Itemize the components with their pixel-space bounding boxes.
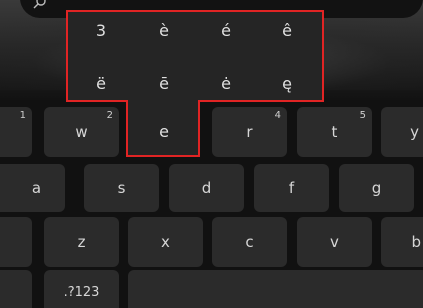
key-label: t	[331, 123, 338, 141]
key-label: z	[77, 233, 86, 251]
key-w[interactable]: w 2	[44, 107, 119, 157]
key-label: c	[245, 233, 254, 251]
key-label: w	[75, 123, 88, 141]
key-label: x	[161, 233, 170, 251]
key-label: b	[411, 233, 421, 251]
accent-option[interactable]: ē	[149, 74, 179, 93]
key-label: d	[201, 179, 212, 197]
key-label: g	[371, 179, 382, 197]
space-bar[interactable]	[128, 270, 423, 308]
virtual-keyboard: 1 w 2 r 4 t 5 y a s d f g z x c v b .?12…	[0, 100, 423, 308]
accent-option[interactable]: è	[149, 21, 179, 40]
key-label: s	[117, 179, 126, 197]
accent-option[interactable]: ê	[272, 21, 302, 40]
key-label: .?123	[63, 284, 100, 300]
key-c[interactable]: c	[212, 217, 287, 267]
key-emoji[interactable]	[0, 270, 32, 308]
key-x[interactable]: x	[128, 217, 203, 267]
key-z[interactable]: z	[44, 217, 119, 267]
key-label: r	[246, 123, 253, 141]
key-y[interactable]: y	[381, 107, 423, 157]
key-d[interactable]: d	[169, 164, 244, 212]
accent-option[interactable]: ë	[86, 74, 116, 93]
key-t[interactable]: t 5	[297, 107, 372, 157]
symbols-key[interactable]: .?123	[44, 270, 119, 308]
key-shift[interactable]	[0, 217, 32, 267]
key-g[interactable]: g	[339, 164, 414, 212]
key-q[interactable]: 1	[0, 107, 32, 157]
accent-option[interactable]: é	[211, 21, 241, 40]
accent-option[interactable]: ę	[272, 74, 302, 93]
key-label: a	[31, 179, 42, 197]
key-label: f	[288, 179, 295, 197]
key-hint: 1	[19, 110, 26, 121]
key-hint: 4	[274, 110, 281, 121]
search-icon	[33, 0, 46, 9]
key-hint: 5	[359, 110, 366, 121]
popup-joint	[128, 99, 198, 103]
accent-base-letter[interactable]: e	[149, 122, 179, 141]
accent-option[interactable]: 3	[86, 21, 116, 40]
key-v[interactable]: v	[297, 217, 372, 267]
key-b[interactable]: b	[381, 217, 423, 267]
accent-option[interactable]: ė	[211, 74, 241, 93]
key-label: v	[330, 233, 339, 251]
key-label: y	[410, 123, 419, 141]
key-a[interactable]: a	[0, 164, 65, 212]
keyboard-screen: 1 w 2 r 4 t 5 y a s d f g z x c v b .?12…	[0, 0, 423, 308]
key-s[interactable]: s	[84, 164, 159, 212]
key-f[interactable]: f	[254, 164, 329, 212]
key-hint: 2	[106, 110, 113, 121]
key-r[interactable]: r 4	[212, 107, 287, 157]
